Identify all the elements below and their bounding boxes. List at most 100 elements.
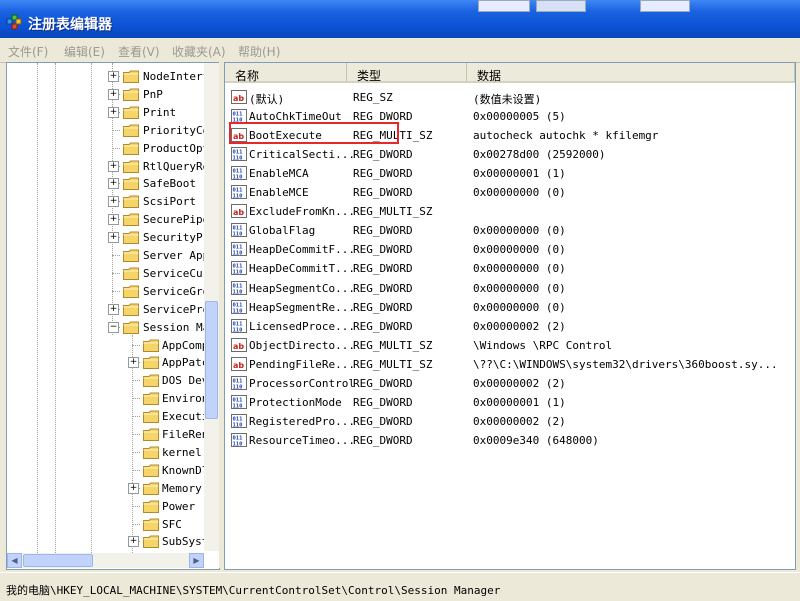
- binary-value-icon: 011110: [231, 413, 247, 428]
- folder-icon: [123, 70, 139, 83]
- value-data: 0x00000000 (0): [473, 281, 566, 295]
- value-type: REG_DWORD: [353, 186, 413, 200]
- svg-text:110: 110: [233, 251, 243, 257]
- folder-icon: [123, 213, 139, 227]
- expand-plus-icon[interactable]: +: [128, 482, 139, 494]
- registry-value-row[interactable]: ab ObjectDirecto... REG_MULTI_SZ \Windows \…: [225, 336, 795, 355]
- expand-plus-icon[interactable]: +: [128, 357, 139, 369]
- expand-plus-icon[interactable]: +: [108, 178, 119, 190]
- column-header-name-label: 名称: [235, 69, 260, 83]
- registry-value-row[interactable]: 011 110 GlobalFlag REG_DWORD 0x00000000 (0): [225, 221, 795, 240]
- expand-plus-icon[interactable]: +: [108, 303, 119, 315]
- value-data: 0x00000000 (0): [473, 262, 566, 276]
- scroll-right-arrow-icon[interactable]: ▶: [189, 553, 204, 568]
- registry-value-row[interactable]: 011 110 EnableMCA REG_DWORD 0x00000001 (1): [225, 164, 795, 183]
- collapse-minus-icon[interactable]: −: [108, 321, 119, 333]
- binary-value-icon: 011110: [231, 166, 247, 181]
- menu-bar: 文件(F) 编辑(E) 查看(V) 收藏夹(A) 帮助(H): [0, 38, 800, 63]
- registry-value-row[interactable]: 011 110 HeapDeCommitT... REG_DWORD 0x0000000…: [225, 259, 795, 278]
- registry-value-row[interactable]: 011 110 CriticalSecti... REG_DWORD 0x00278d0…: [225, 145, 795, 164]
- expand-plus-icon[interactable]: +: [108, 71, 119, 82]
- background-window-fragment: [640, 0, 690, 12]
- expand-plus-icon[interactable]: +: [108, 232, 119, 244]
- open-folder-icon: [123, 321, 139, 334]
- value-data: 0x00000002 (2): [473, 376, 566, 390]
- value-data: 0x00278d00 (2592000): [473, 148, 606, 162]
- tree-item-label: PriorityCo: [143, 123, 210, 137]
- expand-plus-icon[interactable]: +: [108, 214, 119, 226]
- registry-value-row[interactable]: ab PendingFileRe... REG_MULTI_SZ \??\C:\WIN…: [225, 355, 795, 374]
- tree-guide-line: [91, 63, 92, 553]
- column-header-data[interactable]: 数据: [467, 63, 795, 83]
- folder-icon: [123, 177, 139, 191]
- registry-value-row[interactable]: 011 110 ProcessorControl REG_DWORD 0x0000000…: [225, 374, 795, 393]
- tree-item-label: Print: [143, 105, 177, 119]
- svg-text:110: 110: [233, 441, 243, 447]
- folder-icon: [143, 500, 159, 513]
- svg-text:110: 110: [233, 270, 243, 276]
- tree-connector: [132, 434, 140, 435]
- value-data: (数值未设置): [473, 93, 542, 106]
- tree-connector: [112, 272, 120, 274]
- tree-item-label: ServicePro: [143, 302, 210, 316]
- window-title: 注册表编辑器: [28, 17, 112, 33]
- tree-item-label: FileRen: [162, 428, 209, 441]
- folder-icon: [123, 160, 139, 173]
- value-name: RegisteredPro...: [249, 414, 355, 428]
- menu-view[interactable]: 查看(V): [118, 43, 160, 60]
- tree-item-label: AppPatc: [162, 356, 209, 370]
- expand-plus-icon[interactable]: +: [108, 196, 119, 208]
- svg-text:110: 110: [233, 422, 243, 428]
- value-name: (默认): [249, 93, 285, 106]
- tree-horizontal-scrollbar[interactable]: ◀ ▶: [7, 553, 204, 568]
- expand-plus-icon[interactable]: +: [128, 536, 139, 548]
- tree-connector: [132, 505, 140, 507]
- menu-file[interactable]: 文件(F): [8, 43, 48, 60]
- binary-value-icon: 011110: [231, 185, 247, 200]
- registry-value-row[interactable]: 011 110 EnableMCE REG_DWORD 0x00000000 (0): [225, 183, 795, 202]
- folder-icon: [123, 249, 139, 262]
- value-data: 0x00000000 (0): [473, 186, 566, 200]
- expand-plus-icon[interactable]: +: [108, 106, 119, 118]
- scroll-left-arrow-icon[interactable]: ◀: [7, 553, 22, 568]
- menu-help[interactable]: 帮助(H): [238, 43, 280, 60]
- tree-item-label: RtlQueryRe: [143, 159, 210, 173]
- registry-value-row[interactable]: 011 110 ResourceTimeo... REG_DWORD 0x0009e34…: [225, 431, 795, 450]
- tree-vertical-scrollbar[interactable]: [204, 63, 219, 551]
- registry-value-row[interactable]: 011 110 ProtectionMode REG_DWORD 0x00000001 …: [225, 393, 795, 412]
- column-header-name[interactable]: 名称: [225, 63, 347, 83]
- binary-value-icon: 011110: [231, 147, 247, 162]
- tree-vertical-scroll-thumb[interactable]: [205, 301, 218, 419]
- tree-guide-line: [37, 63, 38, 553]
- registry-value-row[interactable]: ab ExcludeFromKn... REG_MULTI_SZ: [225, 202, 795, 221]
- column-header-type[interactable]: 类型: [347, 63, 467, 83]
- tree-item-label: SafeBoot: [143, 177, 196, 191]
- tree-item-label: NodeInterf: [143, 70, 210, 83]
- string-value-icon: ab: [231, 337, 247, 352]
- value-name: GlobalFlag: [249, 224, 316, 238]
- registry-value-row[interactable]: 011 110 HeapDeCommitF... REG_DWORD 0x0000000…: [225, 240, 795, 259]
- value-type: REG_DWORD: [353, 281, 413, 295]
- registry-value-row[interactable]: 011 110 HeapSegmentCo... REG_DWORD 0x0000000…: [225, 279, 795, 298]
- tree-item-label: SubSyst: [162, 535, 209, 549]
- svg-text:110: 110: [233, 308, 243, 314]
- svg-text:ab: ab: [233, 208, 244, 217]
- registry-value-row[interactable]: 011 110 HeapSegmentRe... REG_DWORD 0x0000000…: [225, 298, 795, 317]
- registry-value-row[interactable]: 011 110 LicensedProce... REG_DWORD 0x0000000…: [225, 317, 795, 336]
- menu-favorites[interactable]: 收藏夹(A): [172, 43, 226, 60]
- tree-connector: [132, 344, 140, 346]
- folder-icon: [123, 195, 139, 209]
- folder-icon: [123, 106, 139, 119]
- menu-edit[interactable]: 编辑(E): [64, 43, 105, 60]
- value-name: HeapSegmentCo...: [249, 281, 355, 295]
- value-data: 0x00000002 (2): [473, 414, 566, 428]
- expand-plus-icon[interactable]: +: [108, 88, 119, 100]
- expand-plus-icon[interactable]: +: [108, 160, 119, 172]
- value-name: EnableMCE: [249, 186, 309, 200]
- registry-value-row[interactable]: ab (默认) REG_SZ (数值未设置): [225, 88, 795, 107]
- registry-value-row[interactable]: 011 110 RegisteredPro... REG_DWORD 0x0000000…: [225, 412, 795, 431]
- folder-icon: [123, 88, 139, 101]
- tree-horizontal-scroll-thumb[interactable]: [23, 554, 93, 567]
- registry-key-tree[interactable]: + NodeInterf + PnP + Print PriorityCo ProductOp…: [6, 62, 220, 570]
- highlight-box: [229, 122, 399, 144]
